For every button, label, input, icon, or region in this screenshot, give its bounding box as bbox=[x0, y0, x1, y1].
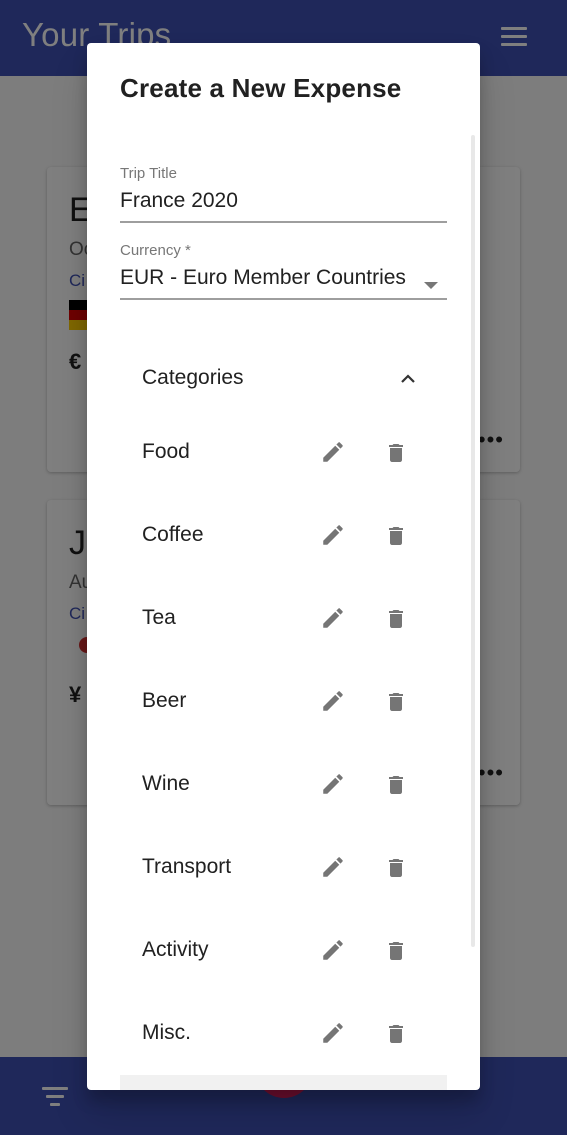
dialog-title: Create a New Expense bbox=[120, 73, 402, 103]
categories-header[interactable]: Categories bbox=[142, 366, 244, 390]
dialog-bottom-edge bbox=[120, 1075, 447, 1090]
delete-category-trash-icon[interactable] bbox=[384, 605, 406, 631]
category-label: Misc. bbox=[142, 1021, 191, 1044]
category-row: Wine bbox=[120, 755, 447, 815]
dialog-scrollbar[interactable] bbox=[471, 135, 475, 947]
dropdown-arrow-icon[interactable] bbox=[424, 282, 438, 289]
category-row: Beer bbox=[120, 672, 447, 732]
category-row: Transport bbox=[120, 838, 447, 898]
delete-category-trash-icon[interactable] bbox=[384, 439, 406, 465]
category-row: Food bbox=[120, 423, 447, 483]
delete-category-trash-icon[interactable] bbox=[384, 1020, 406, 1046]
trip-title-label: Trip Title bbox=[120, 165, 177, 182]
delete-category-trash-icon[interactable] bbox=[384, 771, 406, 797]
edit-category-pencil-icon[interactable] bbox=[320, 522, 346, 548]
category-row: Coffee bbox=[120, 506, 447, 566]
currency-select[interactable]: Currency * EUR - Euro Member Countries bbox=[120, 242, 447, 300]
edit-category-pencil-icon[interactable] bbox=[320, 854, 346, 880]
delete-category-trash-icon[interactable] bbox=[384, 854, 406, 880]
trip-title-underline bbox=[120, 221, 447, 223]
currency-value[interactable]: EUR - Euro Member Countries bbox=[120, 266, 447, 290]
edit-category-pencil-icon[interactable] bbox=[320, 439, 346, 465]
create-expense-dialog: Create a New Expense Trip Title France 2… bbox=[87, 43, 480, 1090]
currency-label: Currency * bbox=[120, 242, 191, 259]
edit-category-pencil-icon[interactable] bbox=[320, 605, 346, 631]
delete-category-trash-icon[interactable] bbox=[384, 522, 406, 548]
edit-category-pencil-icon[interactable] bbox=[320, 688, 346, 714]
delete-category-trash-icon[interactable] bbox=[384, 937, 406, 963]
chevron-up-icon[interactable] bbox=[400, 371, 416, 387]
currency-underline bbox=[120, 298, 447, 300]
category-label: Transport bbox=[142, 855, 232, 878]
category-label: Food bbox=[142, 440, 190, 463]
category-row: Tea bbox=[120, 589, 447, 649]
trip-title-field[interactable]: Trip Title France 2020 bbox=[120, 165, 447, 223]
category-label: Beer bbox=[142, 689, 187, 712]
category-label: Coffee bbox=[142, 523, 204, 546]
category-row: Activity bbox=[120, 921, 447, 981]
category-row: Misc. bbox=[120, 1004, 447, 1064]
category-label: Tea bbox=[142, 606, 176, 629]
edit-category-pencil-icon[interactable] bbox=[320, 771, 346, 797]
edit-category-pencil-icon[interactable] bbox=[320, 937, 346, 963]
category-label: Wine bbox=[142, 772, 190, 795]
delete-category-trash-icon[interactable] bbox=[384, 688, 406, 714]
category-label: Activity bbox=[142, 938, 209, 961]
trip-title-input[interactable]: France 2020 bbox=[120, 189, 447, 213]
edit-category-pencil-icon[interactable] bbox=[320, 1020, 346, 1046]
